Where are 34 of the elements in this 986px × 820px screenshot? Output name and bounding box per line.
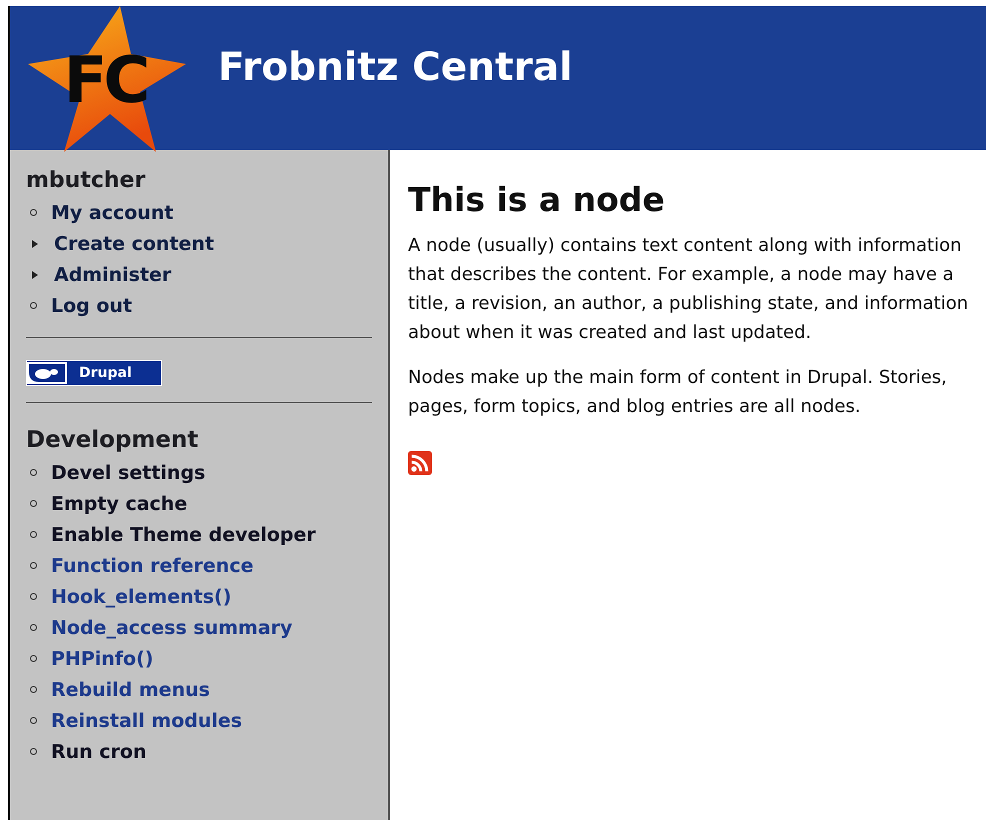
menu-link[interactable]: Create content (54, 232, 214, 254)
menu-link[interactable]: PHPinfo() (51, 648, 154, 670)
menu-link[interactable]: Hook_elements() (51, 586, 232, 608)
bullet-icon (30, 624, 37, 631)
bullet-icon (30, 469, 37, 476)
bullet-icon (30, 531, 37, 538)
menu-link[interactable]: Devel settings (51, 462, 206, 484)
menu-link[interactable]: Administer (54, 264, 172, 286)
bullet-icon (30, 748, 37, 755)
bullet-icon (30, 655, 37, 662)
menu-link[interactable]: My account (51, 202, 174, 224)
menu-link[interactable]: Log out (51, 294, 132, 316)
site-logo[interactable]: FC (28, 6, 198, 156)
bullet-icon (30, 500, 37, 507)
bullet-icon (30, 562, 37, 569)
menu-link[interactable]: Empty cache (51, 492, 188, 514)
drop-icon (27, 362, 67, 384)
block-title: mbutcher (26, 168, 146, 193)
menu-link[interactable]: Enable Theme developer (51, 524, 316, 546)
block-title: Development (26, 427, 200, 453)
drupal-badge[interactable]: Drupal (26, 360, 162, 386)
menu-link[interactable]: Rebuild menus (51, 678, 210, 700)
menu-link[interactable]: Function reference (51, 554, 254, 576)
node-paragraph: Nodes make up the main form of content in Drupal. Stories, pages, form topics, and blog entries are all nodes. (408, 366, 948, 419)
bullet-icon (30, 686, 37, 693)
menu-link[interactable]: Reinstall modules (51, 710, 242, 732)
bullet-icon (30, 717, 37, 724)
rss-icon[interactable] (408, 451, 432, 475)
bullet-icon (30, 593, 37, 600)
site-name[interactable]: Frobnitz Central (218, 44, 573, 90)
node-paragraph: A node (usually) contains text content along with information that describes the content. For example, a node may have a title, a revision, an author, a publishing state, and information about when it was created and last updated. (408, 234, 970, 345)
node-title: This is a node (408, 180, 666, 219)
menu-link[interactable]: Node_access summary (51, 616, 292, 638)
menu-link[interactable]: Run cron (51, 740, 147, 762)
